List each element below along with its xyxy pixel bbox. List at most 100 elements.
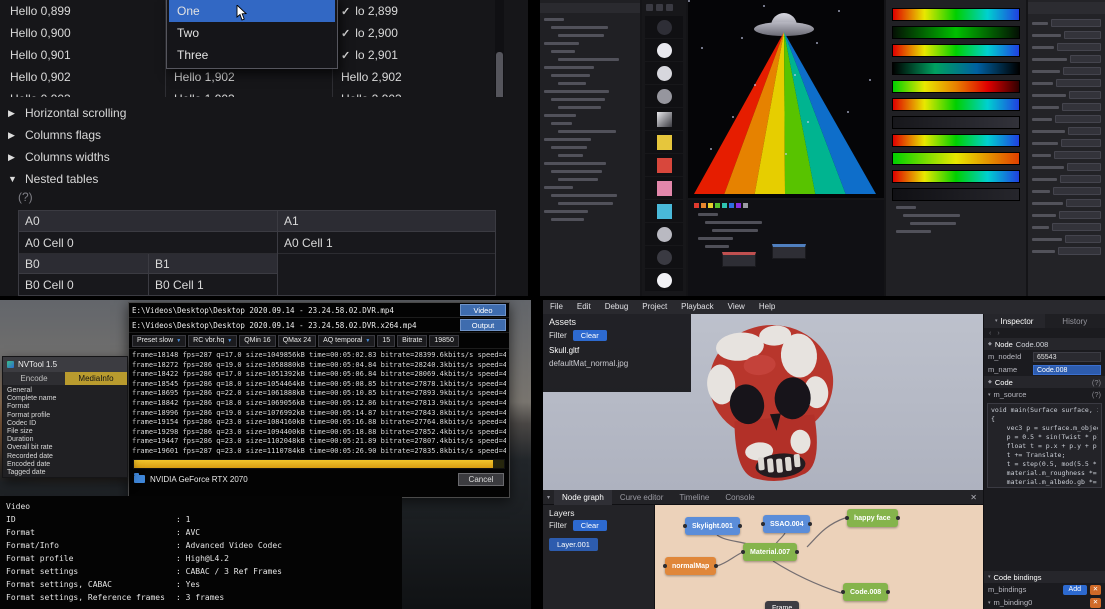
property-value-field[interactable]: 65543 [1033, 352, 1101, 362]
node-happy-face[interactable]: happy face [847, 509, 898, 527]
property-value-box[interactable] [1062, 103, 1101, 111]
tab-inspector[interactable]: ▾Inspector [984, 314, 1045, 328]
palette-swatch[interactable] [708, 203, 713, 208]
gradient-ramp[interactable] [892, 26, 1020, 39]
gradient-ramp[interactable] [892, 170, 1020, 183]
toolbar-icon[interactable] [666, 4, 673, 11]
tab-console[interactable]: Console [717, 490, 762, 505]
asset-thumbnail[interactable] [645, 108, 683, 130]
video-path-field[interactable]: E:\Videos\Desktop\Desktop 2020.09.14 - 2… [132, 306, 456, 315]
property-value-box[interactable] [1068, 127, 1101, 135]
asset-thumbnail[interactable] [645, 16, 683, 38]
mediainfo-field[interactable]: Duration [3, 436, 127, 444]
dropdown-item[interactable]: Three [169, 44, 335, 66]
tree-node[interactable]: ▶ Columns widths [0, 146, 508, 168]
palette-swatch[interactable] [729, 203, 734, 208]
help-marker[interactable]: (?) [1092, 378, 1101, 387]
shader-code-editor[interactable]: void main(Surface surface, inout Materia… [987, 403, 1102, 488]
close-icon[interactable]: ✕ [964, 493, 983, 502]
property-value-box[interactable] [1069, 91, 1101, 99]
filter-button[interactable]: Filter [549, 331, 567, 340]
asset-thumbnail[interactable] [645, 200, 683, 222]
menu-item[interactable]: Playback [674, 300, 720, 314]
tab-history[interactable]: History [1045, 314, 1105, 328]
setting-control[interactable]: RC vbr.hq▼ [188, 335, 237, 347]
asset-thumbnail[interactable] [645, 131, 683, 153]
add-button[interactable]: Add [1063, 585, 1087, 595]
tab-node-graph[interactable]: Node graph [554, 490, 612, 505]
gradient-ramp[interactable] [892, 188, 1020, 201]
cancel-button[interactable]: Cancel [458, 473, 504, 486]
node-skylight[interactable]: Skylight.001 [685, 517, 740, 535]
code-section-header[interactable]: ◆ Code (?) [984, 376, 1105, 388]
asset-thumbnail[interactable] [645, 246, 683, 268]
gradient-ramp[interactable] [892, 44, 1020, 57]
clear-button[interactable]: Clear [573, 330, 607, 341]
property-value-box[interactable] [1056, 79, 1101, 87]
toolbar-icon[interactable] [656, 4, 663, 11]
setting-control[interactable]: Bitrate [397, 335, 427, 347]
property-value-box[interactable] [1061, 139, 1101, 147]
asset-thumbnail[interactable] [645, 269, 683, 291]
asset-thumbnail[interactable] [645, 223, 683, 245]
node-ssao[interactable]: SSAO.004 [763, 515, 810, 533]
property-value-box[interactable] [1066, 199, 1101, 207]
mediainfo-field[interactable]: Recorded date [3, 453, 127, 461]
mini-node[interactable] [772, 244, 806, 259]
forward-icon[interactable]: › [997, 330, 999, 337]
asset-list-item[interactable]: Skull.gltf [543, 344, 691, 357]
node-frame[interactable]: Frame [765, 601, 799, 609]
video-button[interactable]: Video [460, 304, 506, 316]
mediainfo-field[interactable]: File size [3, 428, 127, 436]
tree-node[interactable]: ▶ Horizontal scrolling [0, 102, 508, 124]
property-value-box[interactable] [1070, 55, 1101, 63]
asset-thumbnail[interactable] [645, 154, 683, 176]
toolbar-icon[interactable] [646, 4, 653, 11]
setting-control[interactable]: QMin 16 [239, 335, 275, 347]
asset-thumbnail[interactable] [645, 62, 683, 84]
menu-item[interactable]: Edit [570, 300, 598, 314]
property-value-box[interactable] [1064, 31, 1101, 39]
scrollbar-thumb[interactable] [496, 52, 503, 97]
viewport-3d[interactable] [688, 0, 884, 198]
mediainfo-field[interactable]: Format [3, 403, 127, 411]
asset-thumbnail[interactable] [645, 39, 683, 61]
setting-control[interactable]: Preset slow▼ [132, 335, 186, 347]
table-row[interactable]: Hello 0,902 Hello 1,902 Hello 2,902 [0, 66, 508, 88]
mediainfo-field[interactable]: General [3, 387, 127, 395]
clear-button[interactable]: Clear [573, 520, 607, 531]
asset-list-item[interactable]: defaultMat_normal.jpg [543, 357, 691, 370]
property-value-box[interactable] [1058, 247, 1101, 255]
setting-control[interactable]: 19850 [429, 335, 458, 347]
output-path-field[interactable]: E:\Videos\Desktop\Desktop 2020.09.14 - 2… [132, 321, 456, 330]
tab-curve-editor[interactable]: Curve editor [612, 490, 672, 505]
property-value-box[interactable] [1053, 187, 1101, 195]
remove-button[interactable]: ✕ [1090, 598, 1101, 608]
property-value-box[interactable] [1055, 115, 1101, 123]
table-row[interactable]: Hello 0,903 Hello 1,903 Hello 2,903 [0, 88, 508, 97]
palette-swatch[interactable] [701, 203, 706, 208]
gradient-ramp[interactable] [892, 98, 1020, 111]
back-icon[interactable]: ‹ [989, 330, 991, 337]
tree-node[interactable]: ▼ Nested tables [0, 168, 508, 190]
node-section-header[interactable]: ◆ Node Code.008 [984, 338, 1105, 350]
mediainfo-field[interactable]: Tagged date [3, 469, 127, 477]
gradient-ramp[interactable] [892, 134, 1020, 147]
asset-thumbnail[interactable] [645, 177, 683, 199]
menu-item[interactable]: Debug [598, 300, 636, 314]
property-value-box[interactable] [1065, 235, 1101, 243]
tab-encode[interactable]: Encode [3, 372, 65, 385]
setting-control[interactable]: QMax 24 [278, 335, 316, 347]
mini-node[interactable] [722, 252, 756, 267]
mediainfo-field[interactable]: Encoded date [3, 461, 127, 469]
mediainfo-field[interactable]: Complete name [3, 395, 127, 403]
palette-swatch[interactable] [736, 203, 741, 208]
property-value-box[interactable] [1051, 19, 1101, 27]
mediainfo-field[interactable]: Codec ID [3, 420, 127, 428]
mediainfo-field[interactable]: Format profile [3, 412, 127, 420]
filter-button[interactable]: Filter [549, 521, 567, 530]
property-value-box[interactable] [1054, 151, 1101, 159]
mediainfo-field[interactable]: Overall bit rate [3, 444, 127, 452]
property-value-box[interactable] [1063, 67, 1101, 75]
bindings-section-header[interactable]: ▾ Code bindings [984, 571, 1105, 583]
